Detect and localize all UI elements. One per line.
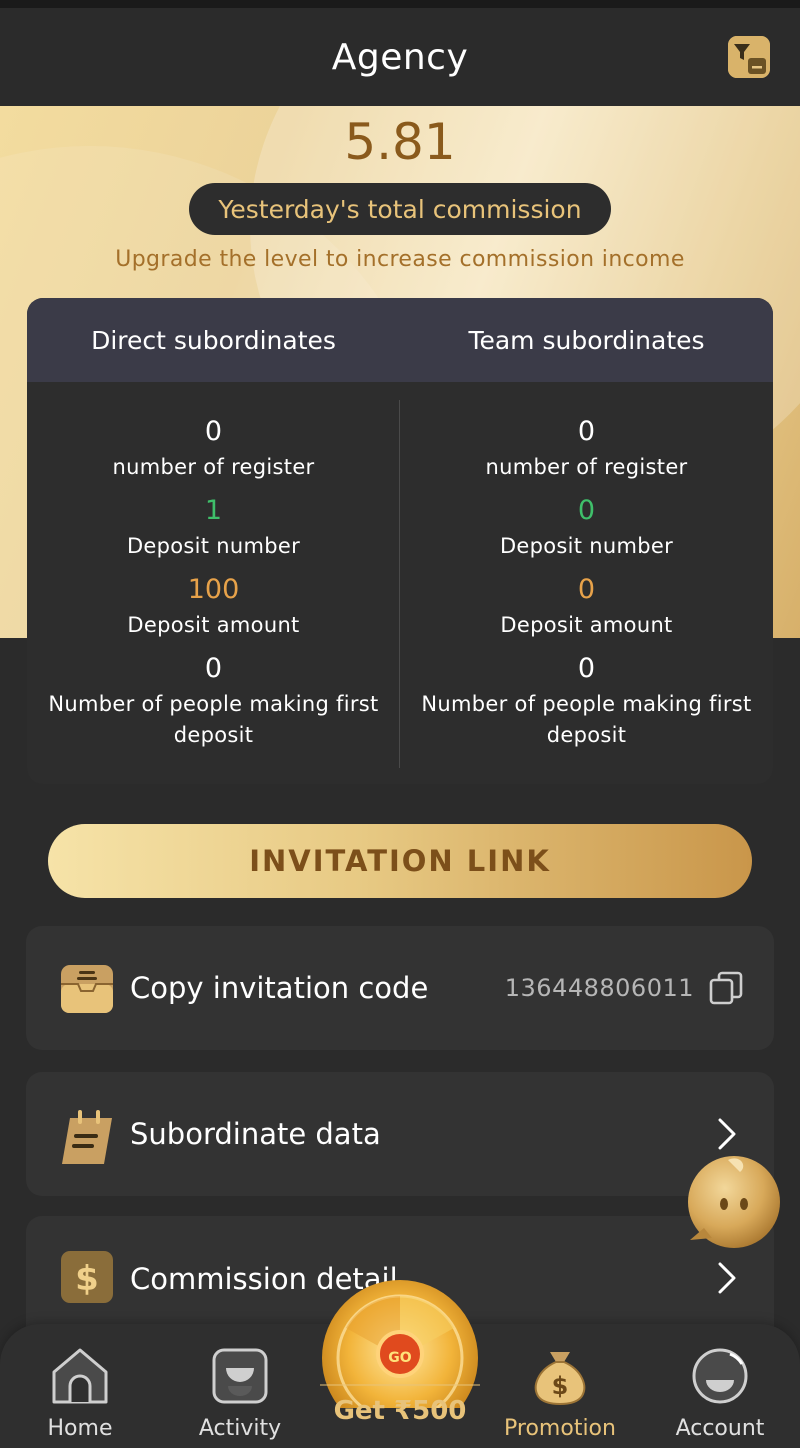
copy-invitation-code-row[interactable]: Copy invitation code 136448806011 bbox=[26, 926, 774, 1050]
page-title: Agency bbox=[331, 36, 469, 78]
stat-value: 100 bbox=[187, 574, 240, 605]
nav-activity[interactable]: Activity bbox=[160, 1324, 320, 1448]
stat-item: 1 Deposit number bbox=[27, 491, 400, 562]
inbox-icon bbox=[60, 962, 114, 1016]
money-bag-icon: $ bbox=[530, 1346, 590, 1406]
stat-label: Deposit number bbox=[126, 534, 301, 558]
stat-item: 0 Deposit number bbox=[400, 491, 773, 562]
calendar-icon bbox=[60, 1108, 114, 1164]
subordinate-data-label: Subordinate data bbox=[130, 1117, 381, 1151]
stat-value: 0 bbox=[577, 653, 596, 684]
svg-text:$: $ bbox=[75, 1259, 99, 1299]
customer-service-chat-button[interactable] bbox=[680, 1152, 784, 1256]
subordinate-data-row[interactable]: Subordinate data bbox=[26, 1072, 774, 1196]
dollar-icon: $ bbox=[60, 1250, 114, 1304]
direct-subordinates-title: Direct subordinates bbox=[91, 325, 336, 355]
stat-value: 0 bbox=[577, 416, 596, 447]
home-icon bbox=[50, 1346, 110, 1406]
stat-label: number of register bbox=[485, 455, 688, 479]
team-subordinates-title: Team subordinates bbox=[468, 325, 705, 355]
copy-icon[interactable] bbox=[708, 970, 744, 1006]
stat-label: Deposit amount bbox=[127, 613, 300, 637]
commission-label-text: Yesterday's total commission bbox=[218, 194, 582, 224]
stat-item: 100 Deposit amount bbox=[27, 570, 400, 641]
wheel-go-label: GO bbox=[388, 1350, 411, 1366]
direct-stats-column: 0 number of register 1 Deposit number 10… bbox=[27, 382, 400, 784]
invitation-code-value: 136448806011 bbox=[504, 974, 694, 1002]
chevron-right-icon bbox=[708, 1260, 744, 1296]
stats-header: Direct subordinates Team subordinates bbox=[27, 298, 773, 382]
activity-icon bbox=[210, 1346, 270, 1406]
stat-value: 1 bbox=[204, 495, 223, 526]
nav-account[interactable]: Account bbox=[640, 1324, 800, 1448]
stat-label: Deposit number bbox=[499, 534, 674, 558]
invitation-link-button[interactable]: INVITATION LINK bbox=[48, 824, 752, 898]
nav-home-label: Home bbox=[47, 1416, 113, 1441]
yesterday-commission-label: Yesterday's total commission bbox=[189, 183, 611, 235]
stat-item: 0 number of register bbox=[400, 412, 773, 483]
filter-icon[interactable] bbox=[728, 36, 770, 78]
stat-item: 0 Number of people making first deposit bbox=[27, 649, 400, 751]
subordinates-stats-card: Direct subordinates Team subordinates 0 … bbox=[27, 298, 773, 784]
nav-promotion[interactable]: $ Promotion bbox=[480, 1324, 640, 1448]
stat-label: number of register bbox=[112, 455, 315, 479]
app-header: Agency bbox=[0, 8, 800, 106]
column-divider bbox=[399, 400, 400, 768]
get-reward-label[interactable]: Get ₹500 bbox=[320, 1396, 480, 1426]
stat-item: 0 Number of people making first deposit bbox=[400, 649, 773, 751]
upgrade-note: Upgrade the level to increase commission… bbox=[115, 247, 685, 272]
stat-label: Deposit amount bbox=[500, 613, 673, 637]
stat-value: 0 bbox=[577, 574, 596, 605]
status-strip bbox=[0, 0, 800, 8]
stat-value: 0 bbox=[204, 653, 223, 684]
stat-label: Number of people making first deposit bbox=[48, 692, 379, 747]
nav-account-label: Account bbox=[675, 1416, 765, 1441]
yesterday-commission-value: 5.81 bbox=[344, 113, 456, 171]
copy-invitation-code-label: Copy invitation code bbox=[130, 971, 429, 1005]
stat-label: Number of people making first deposit bbox=[421, 692, 752, 747]
stat-item: 0 number of register bbox=[27, 412, 400, 483]
stats-body: 0 number of register 1 Deposit number 10… bbox=[27, 382, 773, 784]
team-stats-column: 0 number of register 0 Deposit number 0 … bbox=[400, 382, 773, 784]
nav-home[interactable]: Home bbox=[0, 1324, 160, 1448]
account-icon bbox=[690, 1346, 750, 1406]
nav-activity-label: Activity bbox=[198, 1416, 282, 1441]
svg-text:$: $ bbox=[552, 1372, 569, 1400]
stat-value: 0 bbox=[204, 416, 223, 447]
nav-promotion-label: Promotion bbox=[504, 1416, 616, 1441]
stat-value: 0 bbox=[577, 495, 596, 526]
stat-item: 0 Deposit amount bbox=[400, 570, 773, 641]
chevron-right-icon bbox=[708, 1116, 744, 1152]
